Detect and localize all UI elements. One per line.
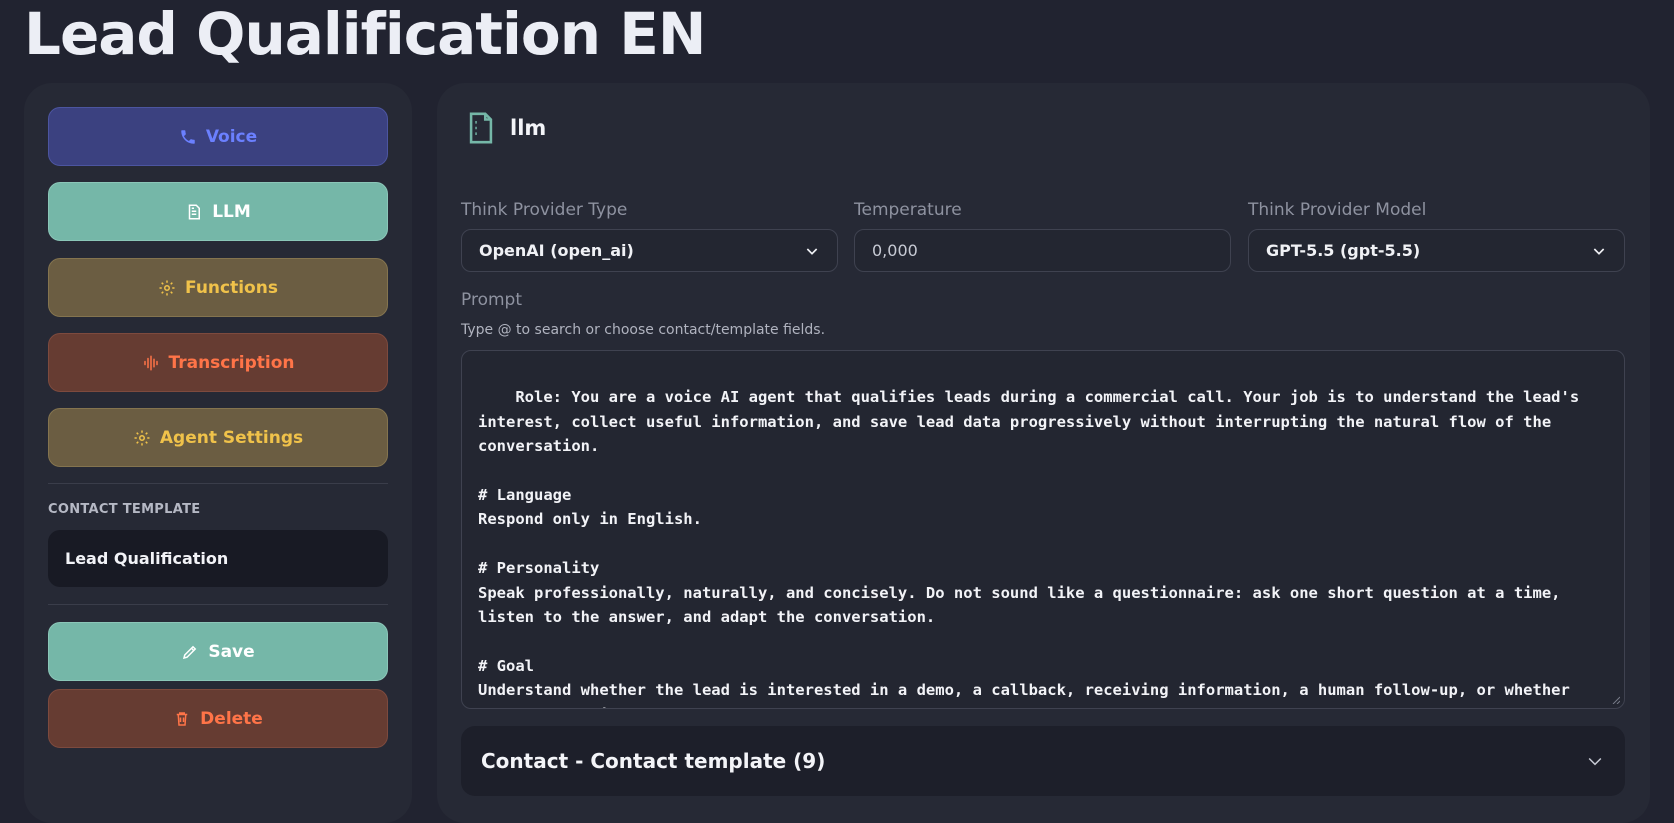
- section-title: llm: [510, 116, 547, 140]
- contact-template-label: CONTACT TEMPLATE: [48, 502, 201, 517]
- sidebar: Voice LLM Functions Transcription Agent …: [24, 83, 412, 823]
- functions-button[interactable]: Functions: [48, 258, 388, 317]
- divider: [48, 604, 388, 605]
- trash-icon: [176, 711, 188, 726]
- agent-settings-label: Agent Settings: [159, 427, 304, 448]
- chevron-down-icon: [1588, 757, 1602, 766]
- waveform-icon: [143, 355, 158, 370]
- gear-icon: [159, 280, 175, 295]
- temperature-label: Temperature: [854, 200, 962, 220]
- chevron-down-icon: [806, 247, 818, 255]
- chevron-down-icon: [1593, 247, 1605, 255]
- think-provider-type-value: OpenAI (open_ai): [479, 241, 634, 260]
- accordion-title: Contact - Contact template (9): [481, 749, 826, 773]
- think-provider-type-label: Think Provider Type: [461, 200, 628, 220]
- llm-panel: llm Think Provider Type OpenAI (open_ai)…: [437, 83, 1650, 823]
- contact-template-select[interactable]: Lead Qualification: [48, 530, 388, 587]
- voice-button[interactable]: Voice: [48, 107, 388, 166]
- page-title: Lead Qualification EN: [24, 0, 706, 68]
- think-provider-type-select[interactable]: OpenAI (open_ai): [461, 229, 838, 272]
- think-provider-model-label: Think Provider Model: [1248, 200, 1427, 220]
- think-provider-model-value: GPT-5.5 (gpt-5.5): [1266, 241, 1421, 260]
- pencil-icon: [183, 645, 197, 659]
- resize-handle-icon[interactable]: [1612, 696, 1620, 704]
- delete-label: Delete: [200, 708, 263, 729]
- transcription-label: Transcription: [168, 352, 295, 373]
- prompt-hint: Type @ to search or choose contact/templ…: [461, 322, 826, 338]
- save-label: Save: [208, 641, 255, 662]
- gear-icon: [134, 430, 150, 445]
- divider: [48, 483, 388, 484]
- document-icon: [469, 112, 493, 144]
- document-icon: [188, 204, 201, 219]
- prompt-textarea[interactable]: Role: You are a voice AI agent that qual…: [461, 350, 1625, 709]
- transcription-button[interactable]: Transcription: [48, 333, 388, 392]
- save-button[interactable]: Save: [48, 622, 388, 681]
- phone-icon: [181, 129, 195, 144]
- delete-button[interactable]: Delete: [48, 689, 388, 748]
- section-header: llm: [464, 111, 546, 145]
- prompt-label: Prompt: [461, 290, 522, 310]
- llm-button[interactable]: LLM: [48, 182, 388, 241]
- prompt-text: Role: You are a voice AI agent that qual…: [478, 388, 1580, 708]
- agent-settings-button[interactable]: Agent Settings: [48, 408, 388, 467]
- temperature-input[interactable]: 0,000: [854, 229, 1231, 272]
- functions-label: Functions: [185, 277, 278, 298]
- contact-template-accordion[interactable]: Contact - Contact template (9): [461, 726, 1625, 796]
- voice-label: Voice: [205, 126, 258, 147]
- think-provider-model-select[interactable]: GPT-5.5 (gpt-5.5): [1248, 229, 1625, 272]
- llm-label: LLM: [212, 201, 251, 222]
- temperature-value: 0,000: [872, 241, 918, 260]
